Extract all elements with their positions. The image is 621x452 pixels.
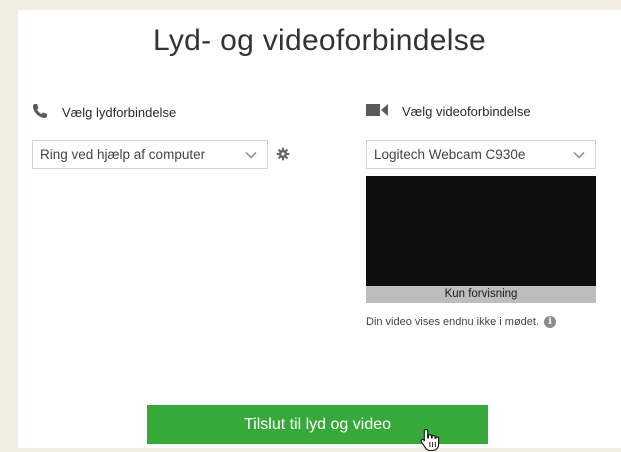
video-note: Din video vises endnu ikke i mødet. i xyxy=(366,316,557,328)
video-heading-label: Vælg videoforbindelse xyxy=(402,104,531,119)
phone-icon xyxy=(32,103,48,122)
info-icon[interactable]: i xyxy=(544,316,557,328)
video-select-value: Logitech Webcam C930e xyxy=(374,147,526,162)
join-button-label: Tilslut til lyd og video xyxy=(243,415,392,433)
video-connection-select[interactable]: Logitech Webcam C930e xyxy=(366,140,596,169)
dialog-panel: Lyd- og videoforbindelse Vælg lydforbind… xyxy=(18,10,621,452)
hand-pointer-cursor-icon xyxy=(420,428,440,452)
video-camera-icon xyxy=(366,103,388,120)
audio-select-value: Ring ved hjælp af computer xyxy=(40,147,206,162)
video-note-text: Din video vises endnu ikke i mødet. xyxy=(366,316,540,328)
chevron-down-icon xyxy=(573,151,585,158)
video-preview xyxy=(366,176,596,286)
audio-connection-select[interactable]: Ring ved hjælp af computer xyxy=(32,140,268,169)
video-section-heading: Vælg videoforbindelse xyxy=(366,103,531,120)
chevron-down-icon xyxy=(245,151,257,158)
audio-section-heading: Vælg lydforbindelse xyxy=(32,103,176,122)
preview-only-label: Kun forvisning xyxy=(366,286,596,303)
dialog-title: Lyd- og videoforbindelse xyxy=(153,24,486,57)
gear-icon[interactable] xyxy=(276,147,290,161)
audio-heading-label: Vælg lydforbindelse xyxy=(62,105,177,120)
